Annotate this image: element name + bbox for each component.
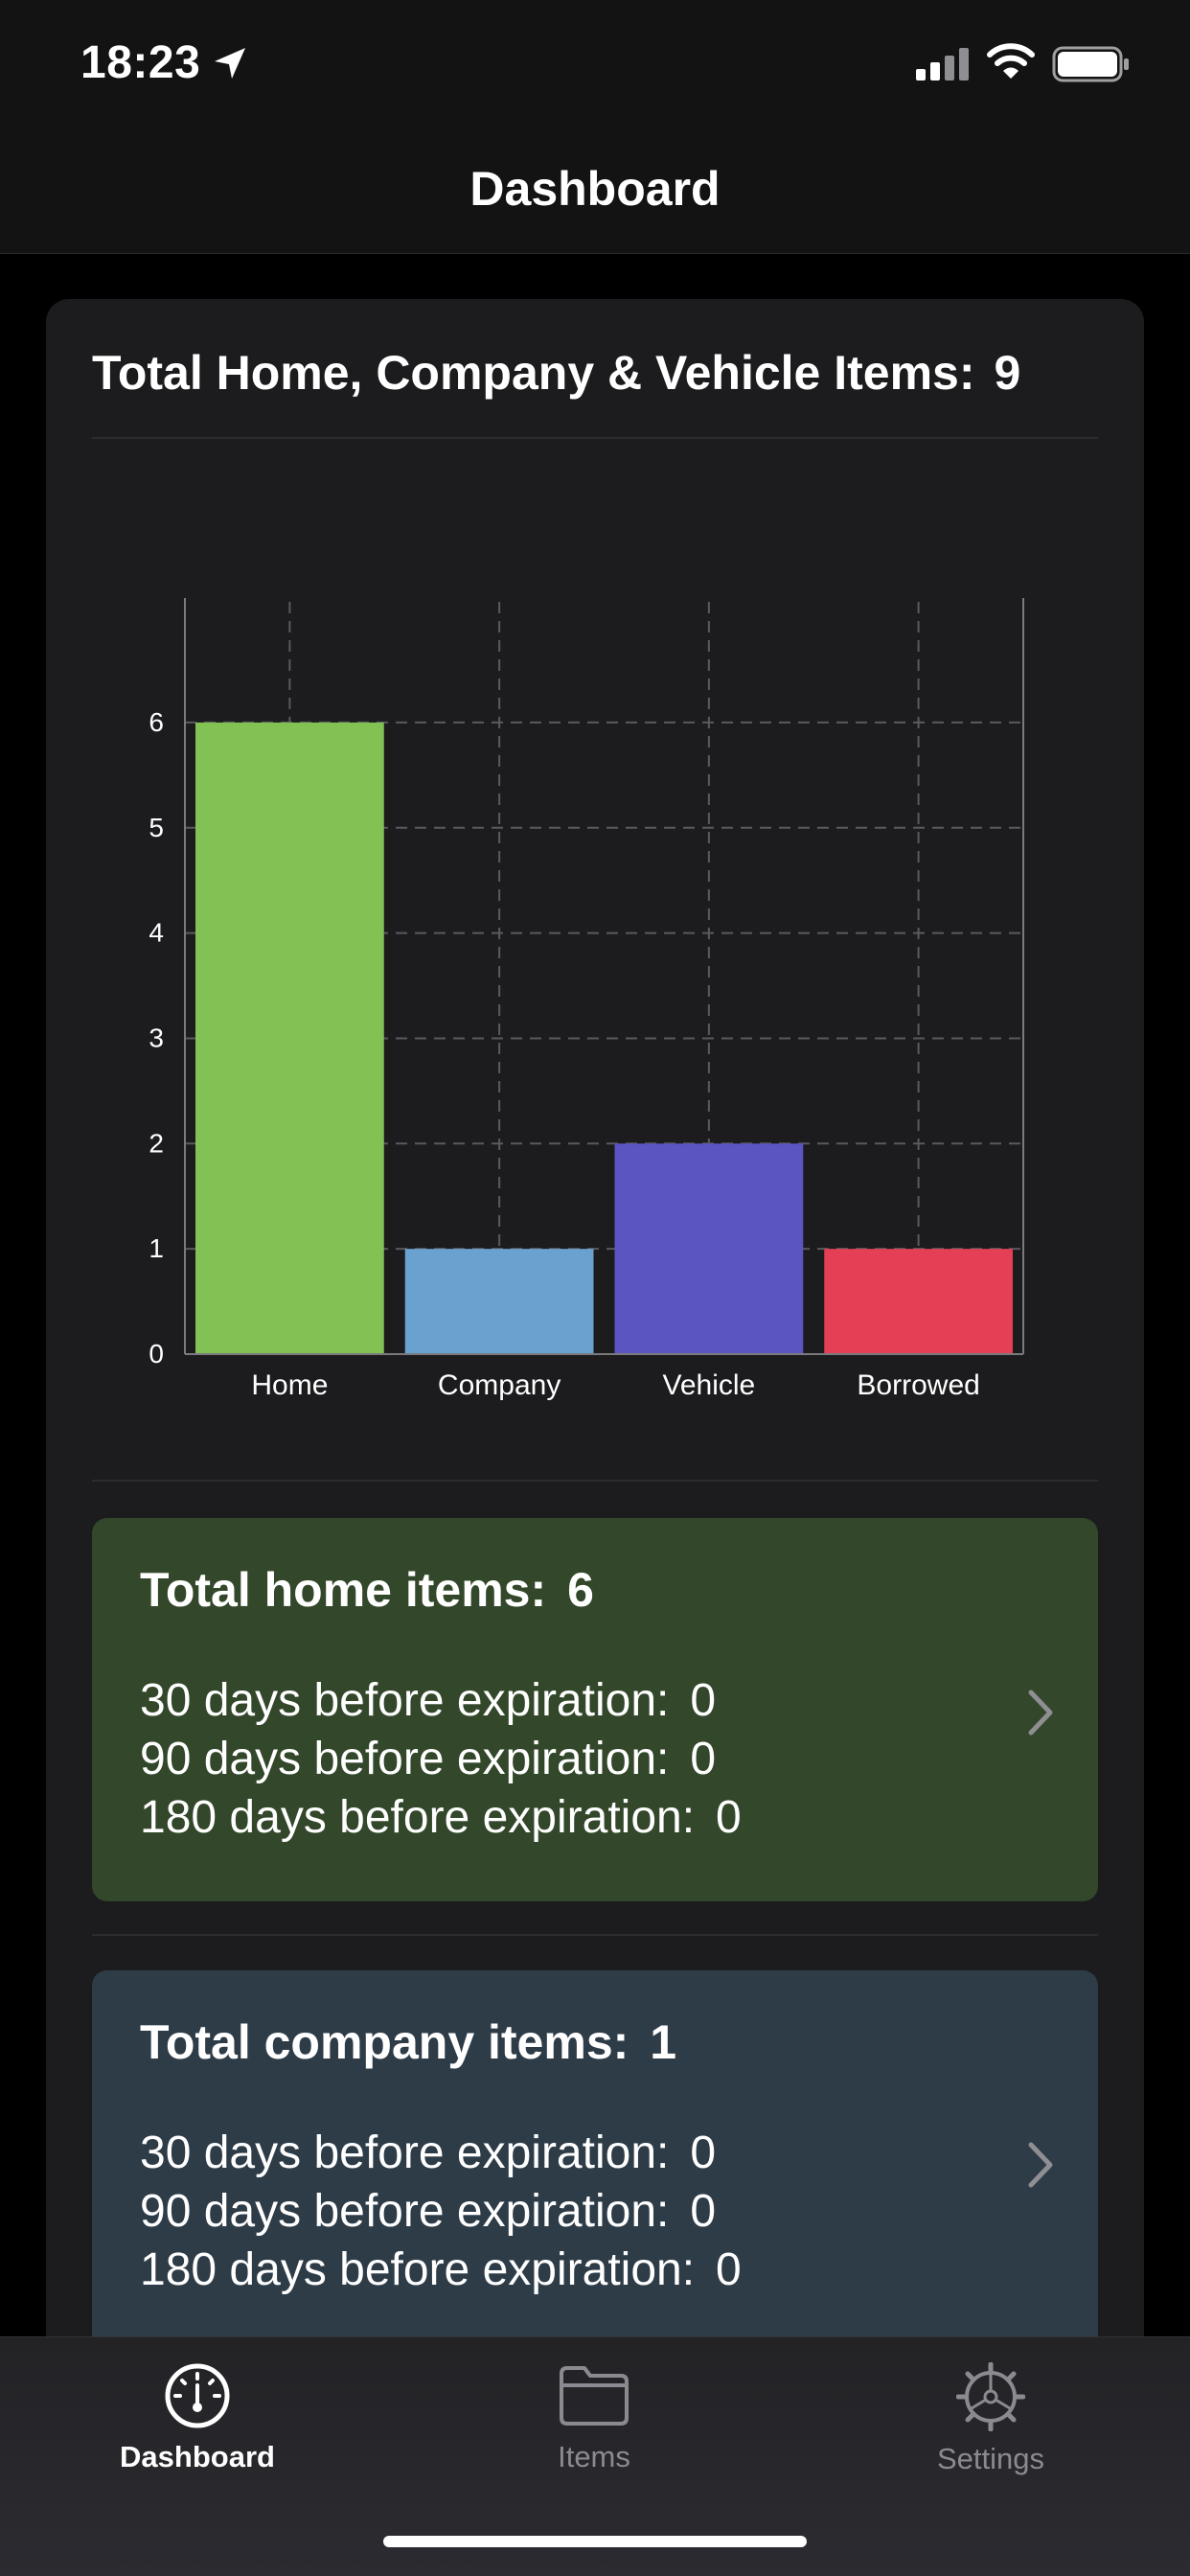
expiration-line: 30 days before expiration: 0 <box>140 2124 742 2182</box>
expiration-line: 90 days before expiration: 0 <box>140 2182 742 2241</box>
home-summary-label: Total home items: <box>140 1563 547 1617</box>
company-expiration-list: 30 days before expiration: 0 90 days befo… <box>140 2124 742 2299</box>
overview-card: Total Home, Company & Vehicle Items: 9 01… <box>46 299 1144 2576</box>
expiration-line: 90 days before expiration: 0 <box>140 1730 742 1788</box>
expiration-value: 0 <box>716 2244 742 2295</box>
chevron-right-icon[interactable] <box>1027 2141 1054 2189</box>
divider <box>92 1934 1098 1936</box>
expiration-value: 0 <box>690 2128 717 2178</box>
company-summary-title: Total company items: 1 <box>140 2014 676 2070</box>
home-summary-title: Total home items: 6 <box>140 1562 594 1618</box>
y-tick-label: 2 <box>149 1128 164 1158</box>
expiration-line: 30 days before expiration: 0 <box>140 1671 742 1730</box>
expiration-value: 0 <box>690 2186 717 2237</box>
home-expiration-list: 30 days before expiration: 0 90 days befo… <box>140 1671 742 1847</box>
battery-icon <box>1052 46 1129 82</box>
expiration-label: 90 days before expiration: <box>140 2186 670 2237</box>
y-tick-label: 5 <box>149 813 164 842</box>
wifi-icon <box>987 43 1035 79</box>
navigation-bar: Dashboard <box>0 126 1190 254</box>
expiration-label: 90 days before expiration: <box>140 1734 670 1784</box>
y-tick-label: 4 <box>149 918 164 948</box>
expiration-line: 180 days before expiration: 0 <box>140 2241 742 2299</box>
location-arrow-icon <box>215 48 245 79</box>
home-summary-card[interactable]: Total home items: 6 30 days before expira… <box>92 1518 1098 1901</box>
home-indicator <box>383 2536 807 2547</box>
expiration-value: 0 <box>690 1675 717 1726</box>
x-tick-label: Home <box>251 1369 328 1401</box>
expiration-label: 180 days before expiration: <box>140 2244 696 2295</box>
tab-label: Items <box>558 2440 630 2473</box>
y-tick-label: 0 <box>149 1339 164 1368</box>
bar-borrowed <box>824 1249 1013 1354</box>
bar-home <box>195 722 384 1354</box>
expiration-label: 30 days before expiration: <box>140 1675 670 1726</box>
dashboard-screen: 18:23 Dashboard Total Home, Company & Ve… <box>0 0 1190 2576</box>
tab-label: Settings <box>936 2442 1044 2475</box>
x-tick-label: Borrowed <box>857 1369 979 1401</box>
company-summary-label: Total company items: <box>140 2015 629 2069</box>
items-bar-chart: 0 1 2 3 4 5 6 Home Company Vehicle Borrowed <box>149 598 1024 1401</box>
expiration-value: 0 <box>716 1792 742 1843</box>
status-time: 18:23 <box>80 37 201 88</box>
status-bar: 18:23 <box>0 0 1190 126</box>
chevron-right-icon[interactable] <box>1027 1689 1054 1736</box>
expiration-label: 30 days before expiration: <box>140 2128 670 2178</box>
company-summary-total: 1 <box>650 2015 677 2069</box>
page-title: Dashboard <box>469 162 721 216</box>
expiration-value: 0 <box>690 1734 717 1784</box>
home-summary-total: 6 <box>567 1563 594 1617</box>
expiration-line: 180 days before expiration: 0 <box>140 1788 742 1847</box>
tab-label: Dashboard <box>120 2440 275 2473</box>
folder-icon <box>560 2366 629 2426</box>
divider <box>92 1480 1098 1482</box>
x-tick-label: Company <box>438 1369 561 1401</box>
gear-icon <box>955 2361 1026 2432</box>
dashboard-gauge-icon <box>165 2363 230 2428</box>
bar-vehicle <box>614 1143 804 1354</box>
x-tick-label: Vehicle <box>663 1369 756 1401</box>
y-tick-label: 1 <box>149 1233 164 1263</box>
y-tick-label: 6 <box>149 707 164 737</box>
y-tick-label: 3 <box>149 1023 164 1052</box>
cellular-signal-icon <box>916 48 969 80</box>
tab-dashboard[interactable]: Dashboard <box>73 2362 322 2474</box>
bar-company <box>404 1249 594 1354</box>
tab-items[interactable]: Items <box>469 2362 719 2474</box>
tab-settings[interactable]: Settings <box>866 2361 1115 2476</box>
expiration-label: 180 days before expiration: <box>140 1792 696 1843</box>
